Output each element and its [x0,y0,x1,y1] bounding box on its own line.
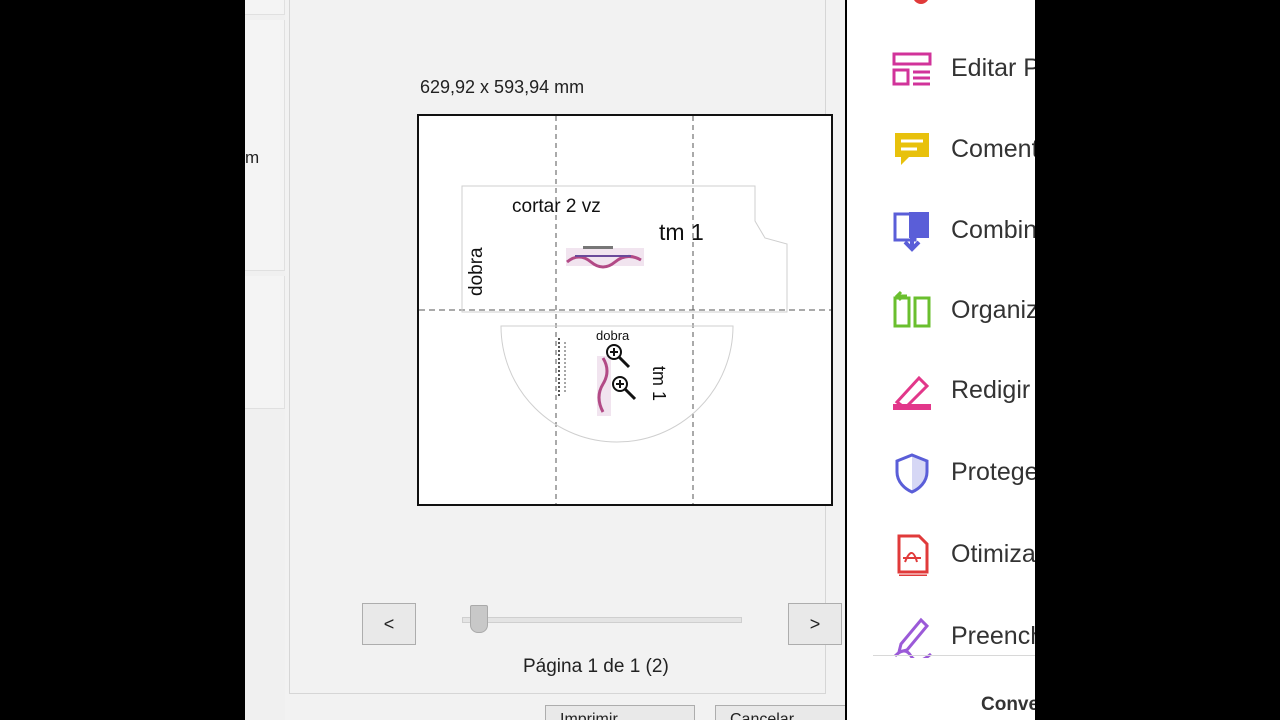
tools-divider [873,655,1035,656]
preview-group: 629,92 x 593,94 mm cortar 2 vz tm 1 dobr… [289,0,845,720]
size-text-bottom: tm 1 [649,366,669,401]
tool-label: Comentário [951,135,1035,163]
tool-label: Organizar páginas [951,296,1035,324]
comment-icon [895,133,929,165]
tool-optimize-pdf[interactable]: Otimizar PDF [847,526,1035,586]
logo-mark [566,246,644,269]
cut-text: cortar 2 vz [512,196,601,217]
page-slider-thumb[interactable] [469,605,488,633]
tool-label: Preencher e assinar [951,622,1035,650]
convert-section-label[interactable]: Converter [981,694,1035,716]
tools-pane: Editar PDF Comentário Combinar arquivos … [847,0,1035,720]
tool-redact[interactable]: Redigir [847,362,1035,422]
tool-organize-pages[interactable]: Organizar páginas [847,282,1035,342]
tool-comment[interactable]: Comentário [847,121,1035,181]
organize-pages-icon [893,290,931,328]
settings-panel [245,20,285,271]
next-page-button[interactable]: > [788,603,842,645]
tool-label: Proteger [951,458,1035,486]
page-preview: cortar 2 vz tm 1 dobra dobra tm 1 [417,114,833,506]
previous-page-button[interactable]: < [362,603,416,645]
redact-icon [893,375,931,410]
logo-mark [558,338,611,416]
tool-protect[interactable]: Proteger [847,444,1035,504]
combine-files-icon [893,212,929,252]
protect-icon [895,453,929,494]
settings-panel [245,276,285,409]
optimize-pdf-icon [897,534,929,576]
tool-label: Redigir [951,376,1031,404]
fold-text-bottom: dobra [596,328,630,343]
preview-drawing: cortar 2 vz tm 1 dobra dobra tm 1 [419,116,831,504]
tool-label: Combinar arquivos [951,216,1035,244]
size-text-top: tm 1 [659,219,704,245]
print-button[interactable]: Imprimir [545,705,695,720]
settings-panel [245,0,285,15]
page-slider-track[interactable] [462,617,742,623]
unit-label: m [245,148,260,167]
tool-label: Otimizar PDF [951,540,1035,568]
cancel-button[interactable]: Cancelar [715,705,845,720]
zoom-cursor-icon [612,376,637,401]
page-indicator: Página 1 de 1 (2) [523,656,669,677]
tool-label: Editar PDF [951,54,1035,82]
page-size-label: 629,92 x 593,94 mm [420,77,585,97]
tool-edit-pdf[interactable]: Editar PDF [847,40,1035,100]
fill-sign-icon [893,617,932,658]
tool-icon-partial [914,0,928,4]
fold-text-vertical: dobra [466,247,487,296]
edit-pdf-icon [892,52,932,86]
settings-column: m [245,0,285,720]
print-dialog: m 629,92 x 593,94 mm cortar 2 vz tm 1 do… [245,0,845,720]
tool-combine-files[interactable]: Combinar arquivos [847,202,1035,262]
tool-fill-sign[interactable]: Preencher e assinar [847,608,1035,668]
